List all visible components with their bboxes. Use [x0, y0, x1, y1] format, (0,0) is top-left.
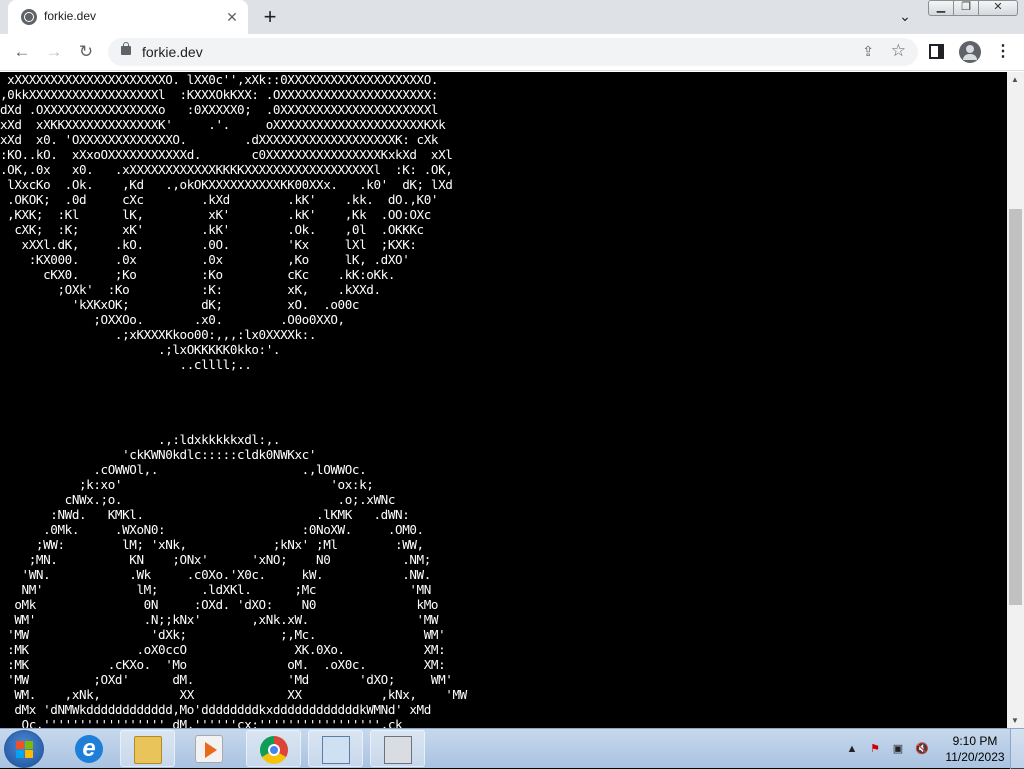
- lock-icon[interactable]: [121, 42, 131, 55]
- windows-start-icon[interactable]: [4, 730, 44, 768]
- close-icon[interactable]: ✕: [222, 7, 242, 27]
- taskbar-control-panel[interactable]: [308, 730, 363, 767]
- browser-tab[interactable]: forkie.dev ✕: [8, 0, 248, 34]
- control-panel-icon: [322, 736, 350, 764]
- show-hidden-icons-icon[interactable]: ▲: [844, 741, 860, 757]
- volume-muted-icon[interactable]: 🔇: [914, 741, 930, 757]
- clock-time[interactable]: 9:10 PM: [946, 734, 1004, 748]
- scroll-down-icon[interactable]: ▼: [1011, 716, 1019, 725]
- arrow-left-icon[interactable]: ←: [9, 40, 35, 64]
- reload-icon[interactable]: ↻: [73, 40, 99, 64]
- vertical-scrollbar[interactable]: ▲ ▼: [1007, 72, 1024, 728]
- tab-title: forkie.dev: [44, 9, 97, 23]
- taskbar-media-player[interactable]: [182, 730, 237, 767]
- maximize-button[interactable]: ❐: [953, 0, 979, 16]
- scrollbar-thumb[interactable]: [1009, 209, 1022, 605]
- arrow-right-icon[interactable]: →: [41, 40, 67, 64]
- action-center-flag-icon[interactable]: ⚑: [867, 741, 883, 757]
- profile-avatar-icon[interactable]: [959, 41, 981, 63]
- close-window-button[interactable]: ✕: [978, 0, 1018, 16]
- system-tray: ▲ ⚑ ▣ 🔇 9:10 PM 11/20/2023: [840, 729, 1024, 769]
- chrome-icon: [260, 736, 288, 764]
- ascii-art: xXXXXXXXXXXXXXXXXXXXXXO. lXX0c'',xXk::0X…: [0, 72, 467, 728]
- taskbar-network[interactable]: [370, 730, 425, 767]
- chevron-down-icon[interactable]: ⌄: [894, 8, 916, 28]
- browser-window: forkie.dev ✕ + ⌄ ▁ ❐ ✕ ← → ↻ forkie.dev …: [0, 0, 1024, 728]
- kebab-menu-icon[interactable]: ⋮: [995, 42, 1011, 62]
- star-icon[interactable]: ☆: [891, 41, 906, 61]
- clock-date[interactable]: 11/20/2023: [940, 750, 1010, 764]
- page-content: xXXXXXXXXXXXXXXXXXXXXXO. lXX0c'',xXk::0X…: [0, 72, 1007, 728]
- plus-icon[interactable]: +: [258, 6, 282, 30]
- network-icon: [384, 736, 412, 764]
- taskbar-explorer[interactable]: [120, 730, 175, 767]
- network-status-icon[interactable]: ▣: [890, 741, 906, 757]
- taskbar: e ▲ ⚑ ▣ 🔇 9:10 PM 11/20/2023: [0, 728, 1024, 769]
- media-player-icon: [195, 735, 223, 763]
- windows-flag-icon: [16, 741, 34, 759]
- scroll-up-icon[interactable]: ▲: [1011, 75, 1019, 84]
- address-bar[interactable]: forkie.dev ⇪ ☆: [108, 38, 918, 66]
- folder-icon: [134, 736, 162, 764]
- browser-toolbar: ← → ↻ forkie.dev ⇪ ☆ ⋮: [0, 34, 1024, 71]
- globe-icon: [21, 9, 37, 25]
- minimize-button[interactable]: ▁: [928, 0, 954, 16]
- tab-strip: forkie.dev ✕ + ⌄ ▁ ❐ ✕: [0, 0, 1024, 34]
- share-icon[interactable]: ⇪: [862, 43, 874, 60]
- taskbar-chrome[interactable]: [246, 730, 301, 767]
- url-text[interactable]: forkie.dev: [142, 44, 203, 60]
- show-desktop-button[interactable]: [1010, 729, 1024, 769]
- taskbar-internet-explorer[interactable]: e: [62, 730, 117, 767]
- side-panel-icon[interactable]: [929, 44, 944, 59]
- internet-explorer-icon: e: [75, 735, 103, 763]
